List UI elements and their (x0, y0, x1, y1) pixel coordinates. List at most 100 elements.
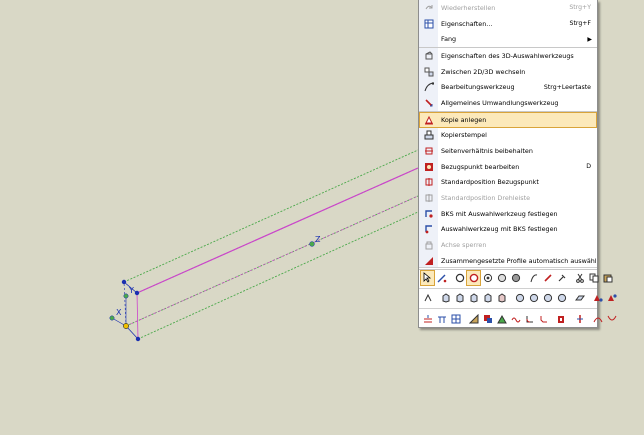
copy-icon[interactable] (587, 271, 600, 285)
selected-mode-icon[interactable] (466, 269, 481, 286)
object-mode-icon[interactable] (453, 271, 466, 285)
chamfer-icon[interactable] (537, 312, 550, 326)
menu-item-redo[interactable]: Wiederherstellen Strg+Y (419, 0, 597, 16)
menu-item-shortcut: D (586, 163, 591, 171)
menu-toolbars (419, 267, 617, 329)
menu-item-label: Eigenschaften des 3D-Auswahlwerkzeugs (441, 51, 574, 60)
menu-item-default-rotation-bar[interactable]: Standardposition Drehleiste (419, 190, 597, 206)
loft-icon[interactable] (435, 312, 448, 326)
menu-item-properties[interactable]: Eigenschaften... Strg+F (419, 16, 597, 32)
menu-item-3d-tool-properties[interactable]: Eigenschaften des 3D-Auswahlwerkzeugs (419, 48, 597, 64)
boolean3-icon[interactable] (495, 312, 508, 326)
menu-item-label: Kopierstempel (441, 131, 487, 140)
vertex-point[interactable] (135, 336, 141, 342)
aspect-ratio-icon (419, 143, 438, 159)
redo-icon (419, 0, 438, 16)
menu-item-default-reference-point[interactable]: Standardposition Bezugspunkt (419, 175, 597, 191)
menu-item-edit-reference-point[interactable]: Bezugspunkt bearbeiten D (419, 159, 597, 175)
paste-icon[interactable] (601, 271, 614, 285)
y-axis-handle[interactable] (123, 293, 129, 299)
vertex-point[interactable] (121, 279, 127, 285)
menu-item-label: Bearbeitungswerkzeug (441, 83, 515, 92)
cube3-icon[interactable] (467, 291, 480, 305)
curve1-icon[interactable] (591, 312, 604, 326)
context-menu: Wiederherstellen Strg+Y Eigenschaften...… (418, 0, 617, 329)
menu-item-label: Standardposition Bezugspunkt (441, 178, 539, 187)
menu-item-label: Achse sperren (441, 241, 487, 250)
menu-item-label: Allgemeines Umwandlungswerkzeug (441, 98, 559, 107)
toolbar-row-1 (419, 267, 612, 288)
menu-item-label: Eigenschaften... (441, 19, 493, 28)
menu-item-label: Wiederherstellen (441, 3, 496, 12)
menu-item-transform-tool[interactable]: Allgemeines Umwandlungswerkzeug (419, 95, 597, 112)
boolean1-icon[interactable] (467, 312, 480, 326)
toolbar-row-2 (419, 287, 617, 309)
profile-edge (136, 292, 139, 340)
brush-icon[interactable] (541, 271, 554, 285)
z-axis-handle[interactable] (309, 241, 315, 247)
extrusion-axis-line (136, 167, 419, 294)
fx-icon[interactable] (527, 271, 540, 285)
menu-item-snap[interactable]: Fang ▶ (419, 31, 597, 49)
menu-item-label: Seitenverhältnis beibehalten (441, 147, 533, 156)
shapes2-icon[interactable] (605, 291, 618, 305)
menu-item-edit-tool[interactable]: Bearbeitungswerkzeug Strg+Leertaste (419, 79, 597, 95)
menu-item-shortcut: Strg+Leertaste (543, 83, 591, 91)
mode2-icon[interactable] (495, 271, 508, 285)
shapes1-icon[interactable] (591, 291, 604, 305)
fillet-icon[interactable] (523, 312, 536, 326)
cube5-icon[interactable] (495, 291, 508, 305)
pointer-icon[interactable] (420, 269, 435, 286)
reference-point-icon (419, 159, 438, 175)
set-ucs-icon (419, 206, 438, 222)
toggle-2d-3d-icon (419, 64, 438, 80)
cube1-icon[interactable] (439, 291, 452, 305)
mode3-icon[interactable] (509, 271, 522, 285)
3d-tool-properties-icon (419, 48, 438, 64)
x-axis-handle[interactable] (109, 315, 115, 321)
vertex-point[interactable] (134, 290, 140, 296)
menu-item-lock-axis[interactable]: Achse sperren (419, 237, 597, 253)
default-rotation-bar-icon (419, 190, 438, 206)
set-tool-ucs-icon (419, 222, 438, 238)
eyedropper-icon[interactable] (555, 271, 568, 285)
sphere4-icon[interactable] (555, 291, 568, 305)
split-icon[interactable] (573, 312, 586, 326)
menu-item-label: Zwischen 2D/3D wechseln (441, 67, 526, 76)
transform-tool-icon (419, 95, 438, 111)
cut-icon[interactable] (573, 271, 586, 285)
menu-item-copy-stamp[interactable]: Kopierstempel (419, 128, 597, 144)
menu-item-toggle-2d-3d[interactable]: Zwischen 2D/3D wechseln (419, 64, 597, 80)
plane-icon[interactable] (573, 291, 586, 305)
menu-item-keep-aspect-ratio[interactable]: Seitenverhältnis beibehalten (419, 143, 597, 159)
z-axis-label: Z (315, 235, 321, 244)
tool1-icon[interactable] (421, 291, 434, 305)
cube2-icon[interactable] (453, 291, 466, 305)
submenu-arrow-icon: ▶ (587, 35, 592, 43)
menu-item-label: Kopie anlegen (441, 115, 487, 124)
menu-item-create-copy[interactable]: Kopie anlegen (419, 111, 597, 128)
boolean2-icon[interactable] (481, 312, 494, 326)
y-axis-label: Y (128, 286, 134, 295)
profile-edge-bottom (137, 211, 419, 340)
sphere1-icon[interactable] (513, 291, 526, 305)
menu-item-label: Standardposition Drehleiste (441, 194, 531, 203)
menu-item-label: Fang (441, 35, 457, 44)
menu-item-set-ucs[interactable]: BKS mit Auswahlwerkzeug festlegen (419, 206, 597, 222)
pen-icon[interactable] (435, 271, 448, 285)
reference-point[interactable] (123, 323, 129, 329)
extrude-icon[interactable] (421, 312, 434, 326)
menu-item-set-tool-ucs[interactable]: Auswahlwerkzeug mit BKS festlegen (419, 222, 597, 238)
curve2-icon[interactable] (605, 312, 618, 326)
grid-icon[interactable] (449, 312, 462, 326)
mode-icon[interactable] (481, 271, 494, 285)
cube4-icon[interactable] (481, 291, 494, 305)
wave-icon[interactable] (509, 312, 522, 326)
menu-item-shortcut: Strg+F (569, 20, 591, 28)
shell-icon[interactable] (555, 312, 568, 326)
edit-tool-icon (419, 79, 438, 95)
create-copy-icon (419, 112, 438, 128)
lock-axis-icon (419, 237, 438, 253)
sphere3-icon[interactable] (541, 291, 554, 305)
sphere2-icon[interactable] (527, 291, 540, 305)
